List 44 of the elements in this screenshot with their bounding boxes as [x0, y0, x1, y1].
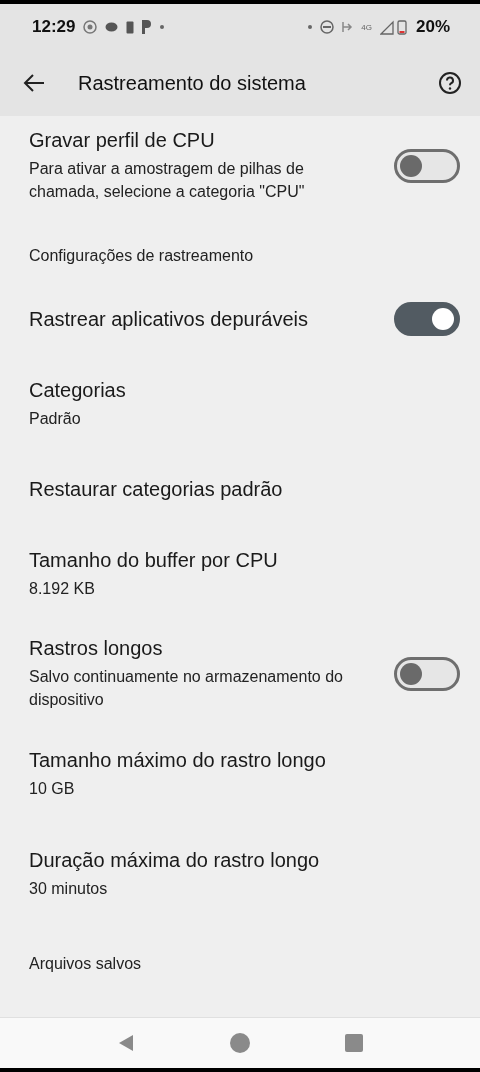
item-title: Gravar perfil de CPU [29, 129, 216, 152]
item-summary: 10 GB [29, 778, 76, 799]
settings-item[interactable]: Duração máxima do rastro longo 30 minutos [0, 824, 480, 924]
item-title: Rastrear aplicativos depuráveis [29, 307, 310, 331]
home-nav-button[interactable] [230, 1033, 250, 1053]
item-summary: Para ativar a amostragem de pilhas de chamada, selecione a categoria "CPU" [29, 159, 306, 202]
battery-icon [379, 19, 408, 35]
screen-title: Rastreamento do sistema [78, 71, 307, 95]
item-title: Duração máxima do rastro longo [29, 848, 321, 872]
network-type: 4G [361, 22, 372, 32]
settings-item[interactable]: Categorias Padrão [0, 354, 480, 454]
help-button[interactable] [436, 69, 464, 97]
back-nav-button[interactable] [117, 1033, 136, 1053]
item-title: Tamanho do buffer por CPU [29, 548, 279, 572]
toggle-switch[interactable] [394, 302, 460, 336]
item-summary: 8.192 KB [29, 578, 96, 599]
item-title: Restaurar categorias padrão [29, 477, 284, 501]
item-title: Tamanho máximo do rastro longo [29, 748, 327, 772]
recents-nav-button[interactable] [344, 1034, 363, 1052]
settings-item[interactable]: Gravar perfil de CPU Para ativar a amostragem de pilhas de chamada, selecione a categoria "CPU" [0, 116, 480, 216]
chat-icon [105, 22, 119, 32]
item-title: Categorias [29, 378, 127, 402]
settings-item[interactable]: Rastros longos Salvo continuamente no armazenamento do dispositivo [0, 624, 480, 724]
settings-item[interactable]: Tamanho máximo do rastro longo 10 GB [0, 724, 480, 824]
section-header: Arquivos salvos [29, 955, 142, 973]
data-arrow-icon [342, 21, 354, 33]
section-header: Configurações de rastreamento [29, 247, 254, 265]
item-summary: 30 minutos [29, 878, 109, 899]
battery-saver-icon [126, 20, 135, 34]
dot-icon [308, 25, 313, 29]
battery-percent: 20% [415, 17, 450, 37]
parking-icon [142, 20, 153, 34]
settings-item[interactable]: Restaurar categorias padrão [0, 454, 480, 524]
settings-item[interactable]: Tamanho do buffer por CPU 8.192 KB [0, 524, 480, 624]
item-summary: Salvo continuamente no armazenamento do dispositivo [29, 667, 344, 710]
toggle-switch[interactable] [394, 657, 460, 691]
item-title: Rastros longos [29, 637, 164, 660]
dot-icon [160, 25, 165, 29]
target-icon [83, 20, 98, 34]
settings-item[interactable]: Rastrear aplicativos depuráveis [0, 284, 480, 354]
status-time: 12:29 [32, 17, 76, 37]
toggle-switch[interactable] [394, 149, 460, 183]
do-not-disturb-icon [320, 20, 335, 34]
item-summary: Padrão [29, 408, 82, 429]
